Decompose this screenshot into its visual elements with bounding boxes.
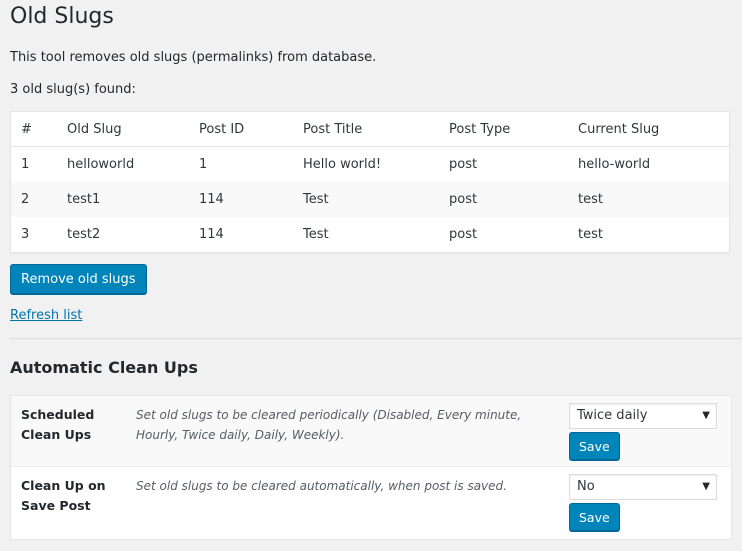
clean-up-on-save-post-save-button[interactable]: Save xyxy=(569,503,620,531)
scheduled-clean-ups-row: Scheduled Clean Ups Set old slugs to be … xyxy=(11,396,731,467)
clean-ups-settings: Scheduled Clean Ups Set old slugs to be … xyxy=(10,395,732,540)
column-header-post-id: Post ID xyxy=(189,111,293,147)
cell-post-type: post xyxy=(449,227,478,242)
cell-post-title: Test xyxy=(303,227,329,242)
cell-current-slug: hello-world xyxy=(578,157,651,172)
column-header-old-slug: Old Slug xyxy=(57,111,189,147)
scheduled-clean-ups-label: Scheduled Clean Ups xyxy=(21,407,95,442)
cell-old-slug: test2 xyxy=(67,227,101,242)
automatic-clean-ups-heading: Automatic Clean Ups xyxy=(10,358,198,377)
table-row: 1 helloworld 1 Hello world! post hello-w… xyxy=(11,147,730,183)
clean-up-on-save-post-label: Clean Up on Save Post xyxy=(21,478,106,513)
chevron-down-icon: ▼ xyxy=(702,481,710,492)
clean-up-on-save-post-row: Clean Up on Save Post Set old slugs to b… xyxy=(11,467,731,539)
chevron-down-icon: ▼ xyxy=(702,410,710,421)
column-header-post-type: Post Type xyxy=(439,111,568,147)
section-divider xyxy=(10,338,742,339)
clean-up-on-save-post-selected: No xyxy=(577,479,595,494)
cell-post-id: 114 xyxy=(199,227,224,242)
table-row: 2 test1 114 Test post test xyxy=(10,182,730,217)
refresh-list-link[interactable]: Refresh list xyxy=(10,308,82,323)
clean-up-on-save-post-select[interactable]: No ▼ xyxy=(569,474,717,500)
found-count: 3 old slug(s) found: xyxy=(10,82,136,97)
cell-post-title: Hello world! xyxy=(303,157,382,172)
cell-number: 3 xyxy=(21,227,30,242)
cell-post-title: Test xyxy=(293,182,439,217)
cell-post-type: post xyxy=(449,157,478,172)
remove-old-slugs-button[interactable]: Remove old slugs xyxy=(10,264,147,294)
cell-post-id: 1 xyxy=(199,157,208,172)
old-slugs-table: # Old Slug Post ID Post Title Post Type … xyxy=(10,111,730,253)
cell-old-slug: test1 xyxy=(57,182,189,217)
scheduled-clean-ups-save-button[interactable]: Save xyxy=(569,432,620,460)
scheduled-clean-ups-description: Set old slugs to be cleared periodically… xyxy=(136,408,522,442)
cell-number: 2 xyxy=(10,182,57,217)
column-header-current-slug: Current Slug xyxy=(568,111,730,147)
column-header-post-title: Post Title xyxy=(293,111,439,147)
cell-number: 1 xyxy=(21,157,30,172)
scheduled-clean-ups-selected: Twice daily xyxy=(577,408,648,423)
cell-old-slug: helloworld xyxy=(67,157,135,172)
table-header-row: # Old Slug Post ID Post Title Post Type … xyxy=(10,111,730,147)
page-intro: This tool removes old slugs (permalinks)… xyxy=(10,50,377,65)
cell-post-type: post xyxy=(439,182,568,217)
clean-up-on-save-post-description: Set old slugs to be cleared automaticall… xyxy=(136,479,507,493)
table-row: 3 test2 114 Test post test xyxy=(11,217,730,253)
column-header-number: # xyxy=(10,111,57,147)
page-title: Old Slugs xyxy=(10,4,114,29)
cell-current-slug: test xyxy=(578,227,603,242)
scheduled-clean-ups-select[interactable]: Twice daily ▼ xyxy=(569,403,717,429)
cell-post-id: 114 xyxy=(189,182,293,217)
cell-current-slug: test xyxy=(568,182,730,217)
